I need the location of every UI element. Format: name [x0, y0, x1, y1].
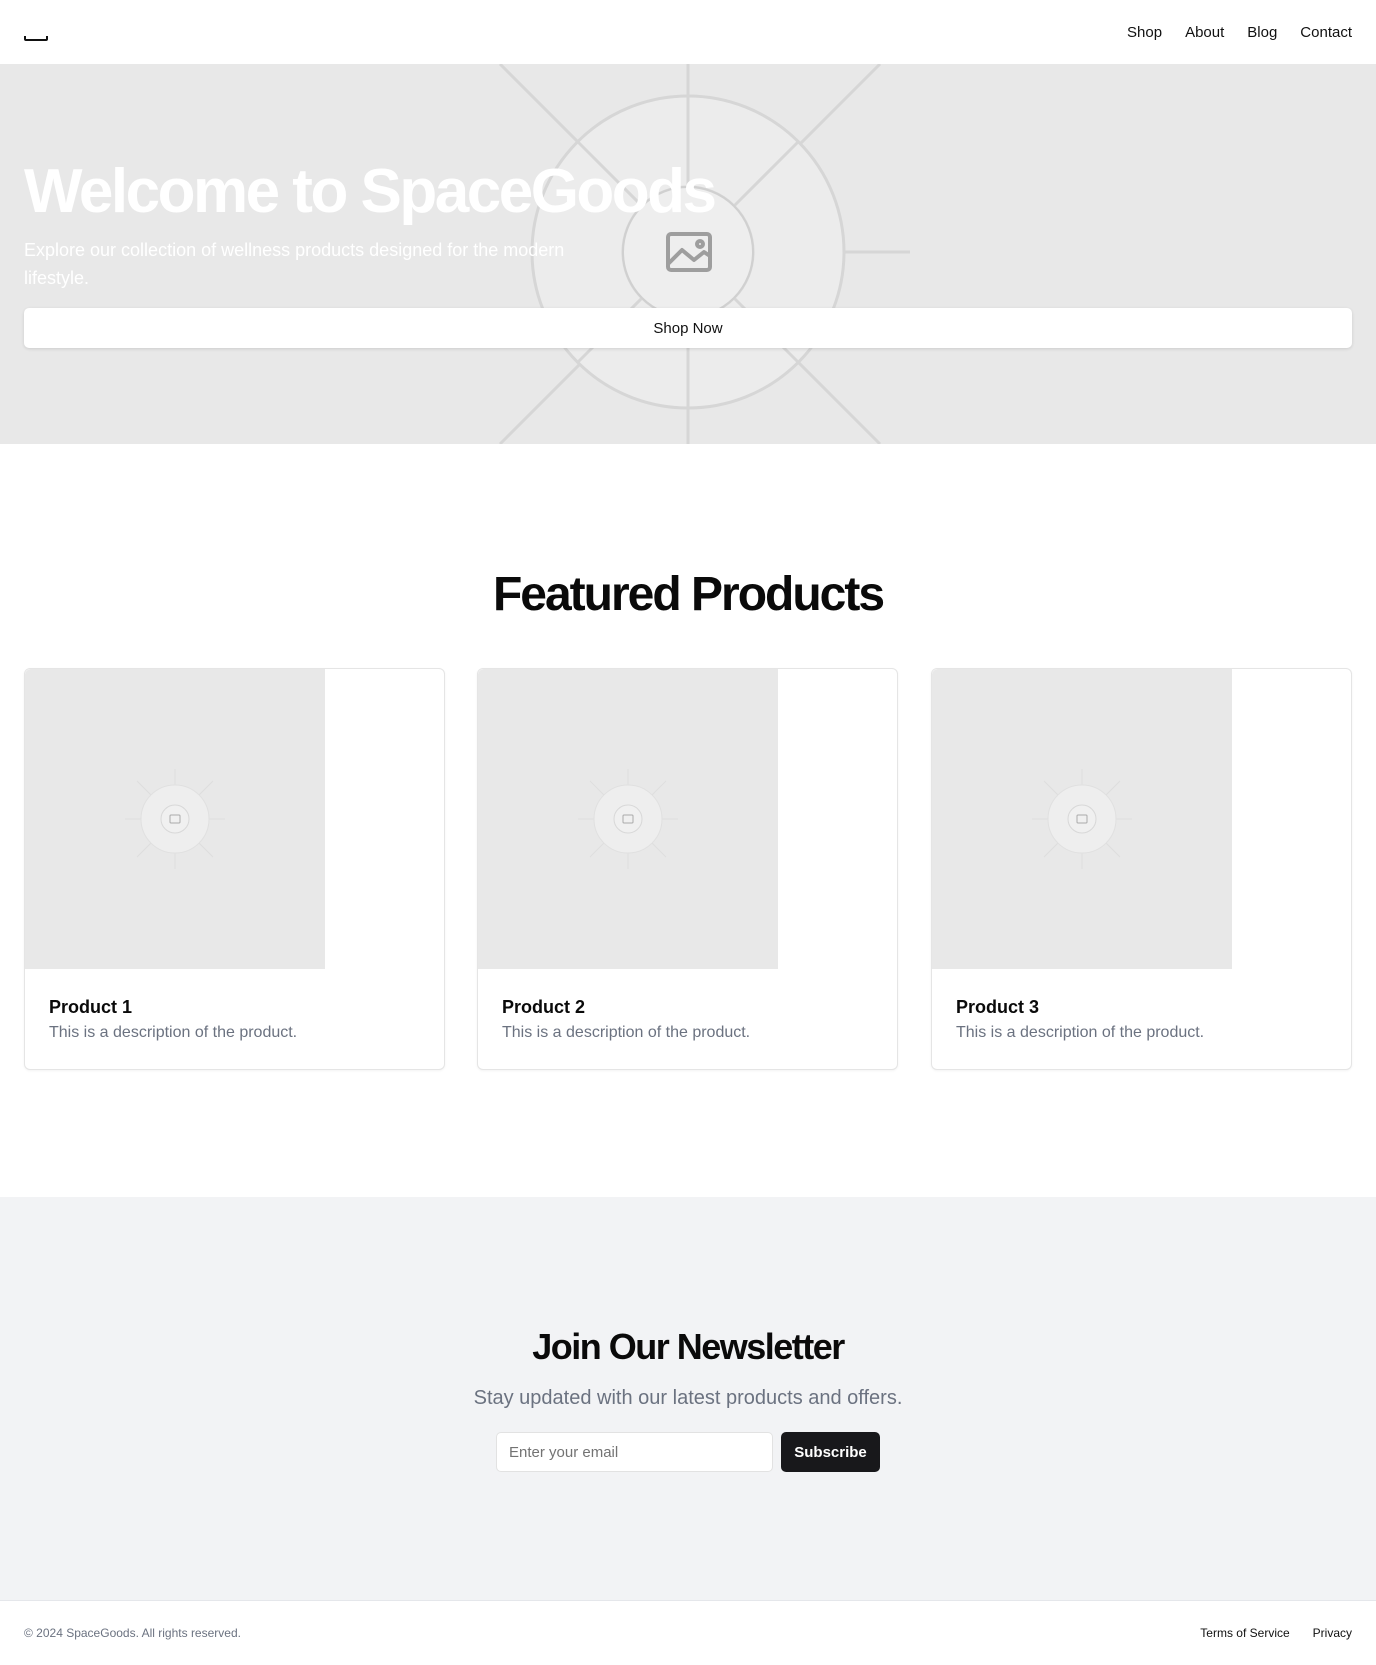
product-description: This is a description of the product. — [956, 1024, 1205, 1041]
featured-title: Featured Products — [492, 568, 885, 621]
copyright-text: © 2024 SpaceGoods. All rights reserved. — [24, 1626, 241, 1640]
product-name: Product 3 — [956, 997, 1040, 1017]
product-image — [25, 669, 325, 969]
hero-subtitle: Explore our collection of wellness produ… — [24, 240, 565, 288]
email-input[interactable] — [496, 1432, 773, 1472]
image-placeholder-icon — [1032, 769, 1132, 869]
logo-icon[interactable] — [24, 20, 48, 44]
image-placeholder-icon — [125, 769, 225, 869]
terms-link[interactable]: Terms of Service — [1200, 1626, 1289, 1640]
product-description: This is a description of the product. — [502, 1024, 751, 1041]
hero-title: Welcome to SpaceGoods — [24, 157, 717, 226]
nav-contact[interactable]: Contact — [1300, 24, 1352, 41]
main-nav: Shop About Blog Contact — [1127, 24, 1352, 41]
hero-section: Welcome to SpaceGoods Explore our collec… — [0, 64, 1376, 444]
privacy-link[interactable]: Privacy — [1313, 1626, 1352, 1640]
image-placeholder-icon — [578, 769, 678, 869]
nav-blog[interactable]: Blog — [1247, 24, 1277, 41]
newsletter-subtitle: Stay updated with our latest products an… — [473, 1387, 903, 1409]
footer-links: Terms of Service Privacy — [1200, 1626, 1352, 1640]
nav-about[interactable]: About — [1185, 24, 1224, 41]
site-footer: © 2024 SpaceGoods. All rights reserved. … — [0, 1600, 1376, 1665]
subscribe-button[interactable]: Subscribe — [781, 1432, 880, 1472]
product-card[interactable]: Product 1 This is a description of the p… — [24, 668, 445, 1070]
product-image — [932, 669, 1232, 969]
newsletter-title: Join Our Newsletter — [532, 1326, 845, 1367]
product-card[interactable]: Product 3 This is a description of the p… — [931, 668, 1352, 1070]
product-image — [478, 669, 778, 969]
site-header: Shop About Blog Contact — [0, 0, 1376, 64]
product-name: Product 1 — [49, 997, 133, 1017]
product-name: Product 2 — [502, 997, 586, 1017]
product-card[interactable]: Product 2 This is a description of the p… — [477, 668, 898, 1070]
newsletter-section: Join Our Newsletter Stay updated with ou… — [0, 1197, 1376, 1600]
nav-shop[interactable]: Shop — [1127, 24, 1162, 41]
shop-now-button[interactable]: Shop Now — [24, 308, 1352, 348]
product-description: This is a description of the product. — [49, 1024, 298, 1041]
